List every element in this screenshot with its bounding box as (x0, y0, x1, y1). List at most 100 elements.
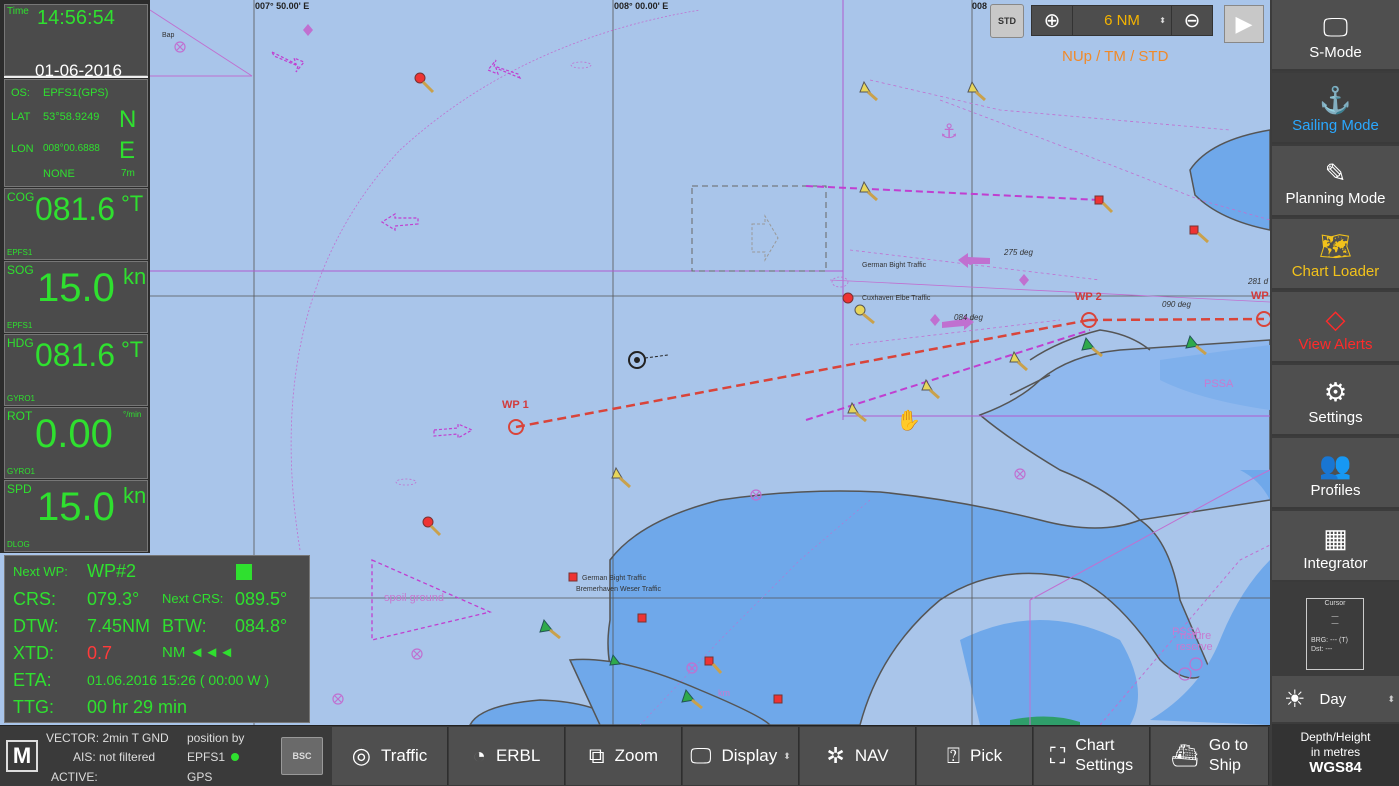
date-value: 01-06-2016 (35, 61, 122, 80)
rot-box: ROT 0.00 °/min GYRO1 (4, 407, 148, 479)
cog-box: COG 081.6 °T EPFS1 (4, 188, 148, 260)
btw-value: 084.8° (235, 616, 288, 636)
display-label: Display (721, 746, 778, 765)
integrator-button[interactable]: ▦ Integrator (1272, 511, 1399, 582)
depth-units: in metres (1310, 745, 1361, 759)
next-crs-label: Next CRS: (162, 591, 224, 606)
sailing-mode-button[interactable]: ⚓ Sailing Mode (1272, 73, 1399, 144)
datum-label: WGS84 (1309, 759, 1362, 776)
ais-status: AIS: not filtered (73, 750, 156, 764)
display-button[interactable]: 🖵 Display ⬍ (683, 727, 799, 785)
sog-value: 15.0 (37, 266, 115, 310)
std-display-button[interactable]: STD (990, 4, 1024, 38)
orientation-mode[interactable]: NUp / TM / STD (1062, 48, 1168, 65)
right-mode-menu: 🖵 S-Mode ⚓ Sailing Mode ✎ Planning Mode 🗺 Ch… (1270, 0, 1399, 786)
zoom-in-icon[interactable]: ⊕ (1032, 6, 1072, 35)
waypoint-label: WP (1251, 290, 1269, 302)
zoom-out-icon[interactable]: ⊖ (1172, 6, 1212, 35)
pick-button[interactable]: ⍰ Pick (917, 727, 1033, 785)
sog-source: EPFS1 (7, 321, 33, 330)
datum-offset: NONE (43, 168, 75, 180)
anchor-icon: ⚓ (1319, 85, 1352, 115)
position-source: EPFS1 (187, 750, 226, 764)
s-mode-button[interactable]: 🖵 S-Mode (1272, 0, 1399, 71)
traffic-direction-arrow-icon (270, 50, 779, 440)
zoom-map-icon: ⧉ (588, 743, 605, 768)
chart-settings-icon: ⛶ (1049, 743, 1066, 768)
hdg-box: HDG 081.6 °T GYRO1 (4, 334, 148, 406)
rot-source: GYRO1 (7, 467, 36, 476)
chart-text: Cuxhaven Elbe Traffic (862, 295, 931, 302)
chart-settings-button[interactable]: ⛶ Chart Settings (1034, 727, 1150, 785)
menu-label: Profiles (1310, 482, 1361, 499)
zoom-range-value: 6 NM (1104, 12, 1140, 29)
next-crs-value: 089.5° (235, 589, 288, 609)
shallow-area (960, 620, 1138, 725)
menu-label: View Alerts (1298, 336, 1373, 353)
traffic-label: Traffic (380, 746, 428, 765)
spinner-arrows-icon: ⬍ (1387, 693, 1395, 704)
chart-text: Bremerhaven Weser Traffic (576, 586, 661, 593)
xtd-label: XTD: (13, 643, 55, 663)
map-icon: 🗺 (1318, 231, 1352, 261)
next-wp-value: WP#2 (87, 561, 137, 581)
position-box: OS: EPFS1(GPS) LAT 53°58.9249 N LON 008°… (4, 79, 148, 187)
spd-source: DLOG (7, 540, 30, 549)
course-label: 275 deg (1004, 248, 1033, 257)
day-label: Day (1319, 690, 1347, 708)
erbl-button[interactable]: ◔ ERBL (449, 727, 565, 785)
water-area (1189, 129, 1270, 231)
zoom-button[interactable]: ⧉ Zoom (566, 727, 682, 785)
go-to-ship-label: Ship (1208, 757, 1241, 774)
longitude-label: 008° 00.00' E (614, 1, 669, 11)
ttg-label: TTG: (13, 697, 54, 717)
ttg-value: 00 hr 29 min (87, 697, 188, 717)
planning-mode-button[interactable]: ✎ Planning Mode (1272, 146, 1399, 217)
hdg-tag: HDG (7, 336, 34, 350)
profiles-button[interactable]: 👥 Profiles (1272, 438, 1399, 509)
chart-loader-button[interactable]: 🗺 Chart Loader (1272, 219, 1399, 290)
pssa-label: PSSA (1204, 378, 1234, 390)
nav-button[interactable]: ✲ NAV (800, 727, 916, 785)
go-to-ship-button[interactable]: ⛴ Go to Ship (1151, 727, 1269, 785)
gps-label: GPS (187, 770, 213, 784)
settings-button[interactable]: ⚙ Settings (1272, 365, 1399, 436)
lat-label: LAT (11, 111, 31, 123)
course-label: 090 deg (1162, 300, 1191, 309)
spd-unit: kn (123, 483, 147, 508)
ship-icon: ⛴ (1170, 743, 1199, 768)
yellow-buoy-icon (611, 80, 1028, 489)
bsc-button[interactable]: BSC (281, 737, 323, 775)
app-logo[interactable]: M (6, 740, 38, 772)
rot-tag: ROT (7, 409, 33, 423)
sog-box: SOG 15.0 kn EPFS1 (4, 261, 148, 333)
play-icon[interactable]: ▶ (1224, 5, 1264, 43)
depth-label: Depth/Height (1300, 730, 1371, 744)
view-alerts-button[interactable]: ◇ View Alerts (1272, 292, 1399, 363)
compass-icon: ✲ (826, 743, 845, 768)
zoom-label: Zoom (614, 746, 659, 765)
spinner-arrows-icon: ⬍ (783, 750, 791, 761)
dtw-value: 7.45NM (87, 616, 151, 636)
traffic-direction-arrow-icon (958, 253, 990, 268)
spinner-arrows-icon: ⬍ (1159, 16, 1166, 25)
go-to-ship-label: Go to (1208, 737, 1249, 754)
traffic-lane (805, 185, 1101, 201)
route-info-panel: Next WP: WP#2 CRS: 079.3° Next CRS: 089.… (4, 555, 310, 723)
traffic-button[interactable]: ◎ Traffic (332, 727, 448, 785)
zoom-range-select[interactable]: 6 NM ⬍ (1072, 6, 1172, 35)
btw-label: BTW: (162, 616, 207, 636)
bsc-label: BSC (292, 751, 312, 761)
boundary-line (869, 79, 1231, 131)
nav-label: NAV (854, 746, 889, 765)
chart-settings-label: Chart (1075, 737, 1115, 754)
sog-unit: kn (123, 264, 147, 289)
spd-value: 15.0 (37, 485, 115, 529)
next-wp-label: Next WP: (13, 564, 68, 579)
chart-text: Bap (162, 32, 175, 39)
chart-text: German Bight Traffic (862, 262, 927, 269)
dtw-label: DTW: (13, 616, 59, 636)
boundary-line (290, 9, 701, 551)
sog-tag: SOG (7, 263, 34, 277)
day-night-select[interactable]: ☀ Day ⬍ (1272, 676, 1399, 722)
